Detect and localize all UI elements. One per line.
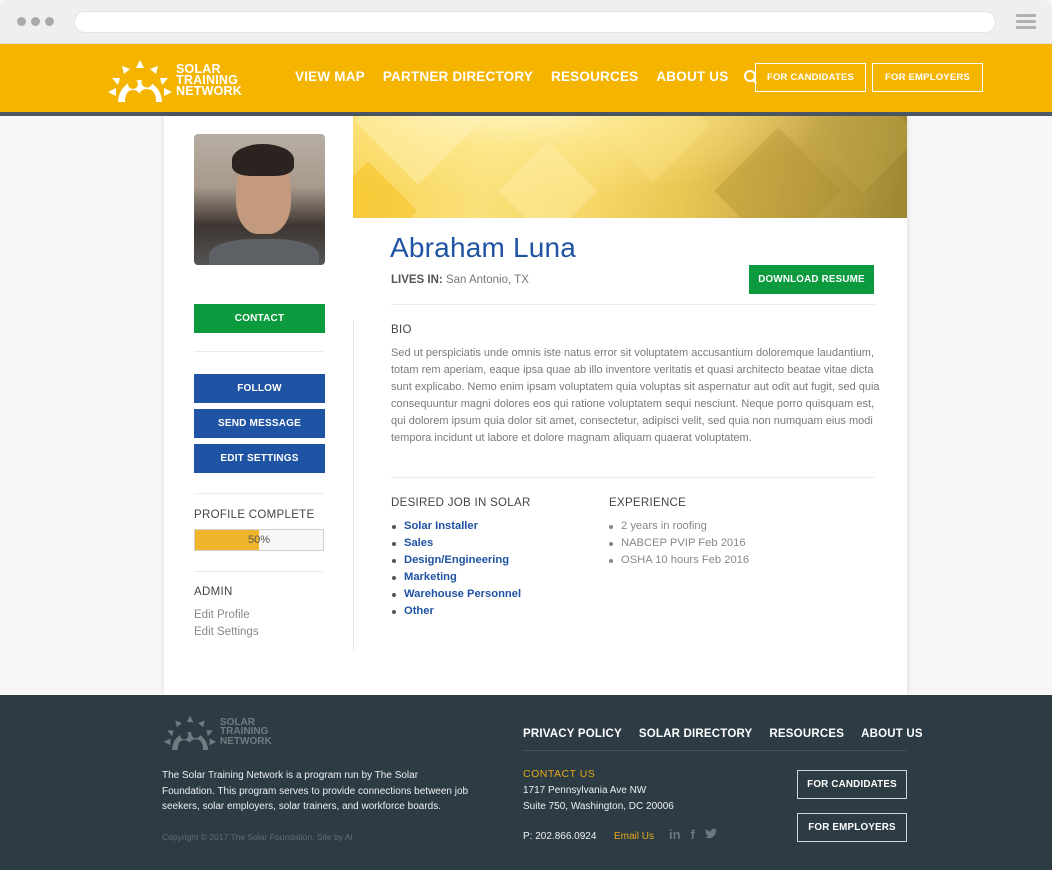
linkedin-icon[interactable]: in [669,827,681,842]
social-links: in f [669,827,717,842]
nav-about-us[interactable]: ABOUT US [656,69,728,84]
sun-people-logo-icon [163,715,217,750]
footer-logo-text: SOLAR TRAINING NETWORK [220,718,272,747]
edit-settings-link[interactable]: Edit Settings [194,626,259,638]
experience-item: OSHA 10 hours Feb 2016 [608,552,749,569]
footer-phone: P: 202.866.0924 [523,831,597,842]
follow-button[interactable]: FOLLOW [194,374,325,403]
browser-chrome [0,0,1052,44]
desired-job-item[interactable]: Marketing [391,569,521,586]
desired-job-item[interactable]: Solar Installer [391,518,521,535]
facebook-icon[interactable]: f [691,827,695,842]
experience-item: NABCEP PVIP Feb 2016 [608,535,749,552]
column-divider [353,320,354,650]
admin-heading: ADMIN [194,586,233,598]
contact-us-heading: CONTACT US [523,768,596,780]
site-logo[interactable]: SOLAR TRAINING NETWORK [106,58,242,102]
desired-job-item[interactable]: Sales [391,535,521,552]
lives-in-label: LIVES IN: [391,274,443,286]
desired-job-heading: DESIRED JOB IN SOLAR [391,497,531,509]
footer-nav-solar-directory[interactable]: SOLAR DIRECTORY [639,728,753,740]
divider [391,304,875,305]
profile-complete-heading: PROFILE COMPLETE [194,509,315,521]
logo-line: NETWORK [176,83,242,98]
for-employers-button[interactable]: FOR EMPLOYERS [872,63,983,92]
address-bar[interactable] [74,11,996,33]
edit-settings-button[interactable]: EDIT SETTINGS [194,444,325,473]
address-line: Suite 750, Washington, DC 20006 [523,801,674,812]
divider [391,477,875,478]
address-line: 1717 Pennsylvania Ave NW [523,785,647,796]
profile-name: Abraham Luna [390,232,577,263]
send-message-button[interactable]: SEND MESSAGE [194,409,325,438]
divider [194,571,324,572]
footer-nav: PRIVACY POLICY SOLAR DIRECTORY RESOURCES… [523,728,923,740]
desired-job-item[interactable]: Design/Engineering [391,552,521,569]
footer-for-employers-button[interactable]: FOR EMPLOYERS [797,813,907,842]
divider [194,493,324,494]
nav-partner-directory[interactable]: PARTNER DIRECTORY [383,69,533,84]
main-nav: VIEW MAP PARTNER DIRECTORY RESOURCES ABO… [295,69,758,84]
nav-view-map[interactable]: VIEW MAP [295,69,365,84]
footer-nav-privacy-policy[interactable]: PRIVACY POLICY [523,728,622,740]
hamburger-icon[interactable] [1016,14,1036,32]
experience-list: 2 years in roofing NABCEP PVIP Feb 2016 … [608,518,749,569]
footer-nav-about-us[interactable]: ABOUT US [861,728,923,740]
window-controls[interactable] [17,17,54,26]
footer-about-text: The Solar Training Network is a program … [162,770,469,812]
experience-item: 2 years in roofing [608,518,749,535]
email-us-link[interactable]: Email Us [614,831,654,842]
profile-avatar [194,134,325,265]
desired-job-item[interactable]: Warehouse Personnel [391,586,521,603]
nav-resources[interactable]: RESOURCES [551,69,638,84]
desired-job-item[interactable]: Other [391,603,521,620]
bio-heading: BIO [391,324,412,336]
footer-address: 1717 Pennsylvania Ave NW Suite 750, Wash… [523,783,674,815]
desired-jobs-list: Solar Installer Sales Design/Engineering… [391,518,521,620]
profile-complete-progress: 50% [194,529,324,551]
lives-in: LIVES IN: San Antonio, TX [391,274,529,286]
twitter-icon[interactable] [704,827,717,842]
for-candidates-button[interactable]: FOR CANDIDATES [755,63,866,92]
footer-divider [523,750,907,751]
bio-text: Sed ut perspiciatis unde omnis iste natu… [391,347,880,445]
footer-logo[interactable]: SOLAR TRAINING NETWORK [162,714,272,750]
divider [194,351,324,352]
lives-in-value: San Antonio, TX [445,274,529,286]
sun-people-logo-icon [108,60,172,102]
window-dot-icon[interactable] [17,17,26,26]
footer-nav-resources[interactable]: RESOURCES [769,728,844,740]
progress-label: 50% [247,534,271,546]
window-dot-icon[interactable] [45,17,54,26]
download-resume-button[interactable]: DOWNLOAD RESUME [749,265,874,294]
contact-button[interactable]: CONTACT [194,304,325,333]
edit-profile-link[interactable]: Edit Profile [194,609,250,621]
logo-text: SOLAR TRAINING NETWORK [176,62,242,98]
experience-heading: EXPERIENCE [609,497,687,509]
footer-for-candidates-button[interactable]: FOR CANDIDATES [797,770,907,799]
footer-copyright: Copyright © 2017 The Solar Foundation. S… [162,832,353,842]
logo-line: NETWORK [220,735,272,747]
window-dot-icon[interactable] [31,17,40,26]
site-header: SOLAR TRAINING NETWORK VIEW MAP PARTNER … [0,44,1052,112]
profile-banner [353,116,907,218]
